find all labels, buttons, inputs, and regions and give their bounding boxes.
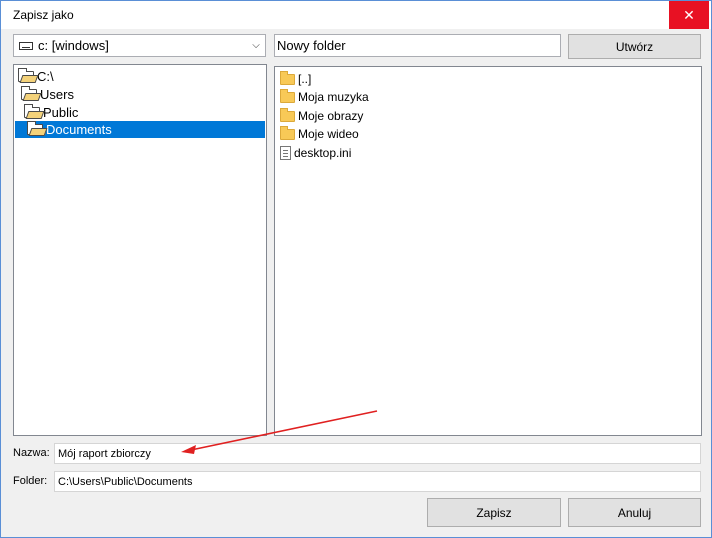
list-item[interactable]: desktop.ini (280, 144, 351, 162)
tree-item-label: Public (43, 105, 79, 120)
drive-icon (19, 41, 33, 50)
name-label: Nazwa: (13, 447, 50, 459)
cancel-button-label: Anuluj (617, 505, 652, 520)
save-button-label: Zapisz (476, 505, 512, 520)
chevron-down-icon[interactable]: ⌵ (247, 40, 265, 51)
folder-open-icon (21, 86, 37, 100)
list-item-label: Moje wideo (298, 127, 359, 141)
create-folder-button[interactable]: Utwórz (568, 34, 701, 59)
dialog-title: Zapisz jako (13, 8, 74, 22)
list-item-label: [..] (298, 72, 312, 86)
title-bar: Zapisz jako ✕ (1, 1, 711, 29)
tree-item-label: Users (40, 87, 74, 102)
list-item-label: Moje obrazy (298, 109, 364, 123)
new-folder-input[interactable] (274, 34, 561, 57)
close-button[interactable]: ✕ (669, 1, 709, 29)
create-folder-button-label: Utwórz (615, 39, 654, 54)
list-item-label: Moja muzyka (298, 90, 369, 104)
folder-path-input[interactable] (54, 471, 701, 492)
tree-item-users[interactable]: Users (20, 86, 78, 103)
list-item[interactable]: Moje wideo (280, 125, 359, 143)
folder-open-icon (18, 68, 34, 82)
folder-tree[interactable]: C:\ Users Public Documents (13, 64, 267, 436)
tree-item-label: Documents (46, 122, 112, 137)
cancel-button[interactable]: Anuluj (568, 498, 701, 527)
tree-item-public[interactable]: Public (23, 104, 82, 121)
save-button[interactable]: Zapisz (427, 498, 561, 527)
folder-label: Folder: (13, 475, 48, 487)
list-item[interactable]: Moje obrazy (280, 107, 363, 125)
folder-open-icon (27, 121, 43, 135)
file-icon (280, 146, 291, 160)
tree-item-documents[interactable]: Documents (15, 121, 265, 138)
folder-icon (280, 107, 295, 122)
file-name-input[interactable] (54, 443, 701, 464)
list-item[interactable]: Moja muzyka (280, 88, 369, 106)
save-as-dialog: Zapisz jako ✕ c: [windows] ⌵ Utwórz C:\ … (0, 0, 712, 538)
folder-icon (280, 88, 295, 103)
drive-select[interactable]: c: [windows] ⌵ (13, 34, 266, 57)
list-item[interactable]: [..] (280, 70, 311, 88)
folder-icon (280, 70, 295, 85)
tree-item-label: C:\ (37, 69, 54, 84)
tree-item-c-drive[interactable]: C:\ (17, 68, 58, 85)
close-icon: ✕ (683, 6, 695, 23)
file-list[interactable]: [..] Moja muzyka Moje obrazy Moje wideo … (274, 66, 702, 436)
list-item-label: desktop.ini (294, 146, 352, 160)
drive-select-value: c: [windows] (38, 38, 109, 53)
folder-icon (280, 125, 295, 140)
folder-open-icon (24, 104, 40, 118)
